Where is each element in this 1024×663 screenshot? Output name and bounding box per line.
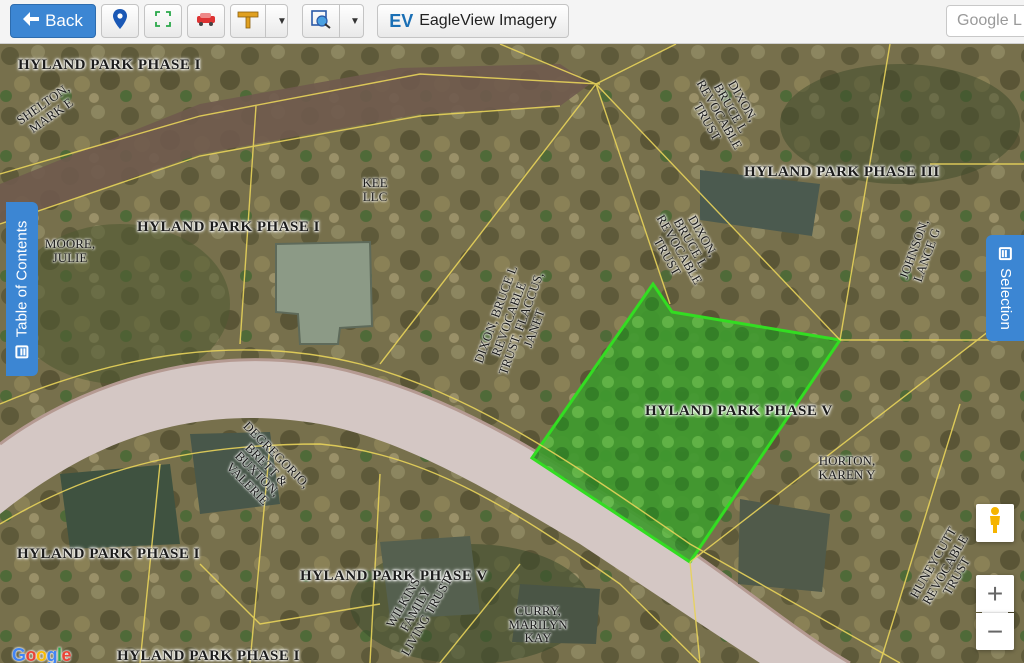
pegman-icon: [987, 506, 1003, 541]
google-search-input[interactable]: Google L: [946, 5, 1024, 37]
eagleview-logo-icon: EV: [389, 10, 414, 31]
selection-tab[interactable]: Selection: [986, 235, 1024, 341]
fullscreen-button[interactable]: [144, 4, 182, 38]
split-divider: [339, 5, 340, 37]
owner-label: HORTON, KAREN Y: [818, 453, 876, 482]
measure-dropdown[interactable]: ▼: [230, 4, 288, 38]
pegman-button[interactable]: [976, 504, 1014, 542]
back-button[interactable]: Back: [10, 4, 96, 38]
eagleview-imagery-label: EagleView Imagery: [419, 12, 557, 29]
table-of-contents-tab[interactable]: Table of Contents: [6, 202, 38, 376]
measure-icon: [237, 9, 259, 34]
caret-down-icon[interactable]: ▼: [350, 16, 360, 27]
list-icon: [15, 344, 29, 358]
subdivision-label: HYLAND PARK PHASE V: [300, 568, 488, 584]
layers-icon: [310, 9, 332, 34]
owner-label: CURRY, MARILYN KAY: [508, 603, 568, 646]
location-button[interactable]: [101, 4, 139, 38]
subdivision-label: HYLAND PARK PHASE I: [17, 546, 200, 562]
eagleview-imagery-button[interactable]: EV EagleView Imagery: [377, 4, 569, 38]
car-icon: [195, 11, 217, 32]
selection-label: Selection: [996, 267, 1014, 330]
layers-dropdown[interactable]: ▼: [302, 4, 364, 38]
split-divider: [265, 5, 266, 37]
google-logo: Google: [12, 645, 72, 663]
toolbar: Back ▼ ▼ EV EagleView Imagery Google L: [0, 0, 1024, 44]
map-view[interactable]: HYLAND PARK PHASE I HYLAND PARK PHASE I …: [0, 44, 1024, 663]
streetview-car-button[interactable]: [187, 4, 225, 38]
grid-icon: [998, 246, 1012, 260]
owner-label: KEE LLC: [362, 175, 388, 204]
subdivision-label: HYLAND PARK PHASE I: [137, 219, 320, 235]
caret-down-icon[interactable]: ▼: [277, 16, 287, 27]
back-button-label: Back: [45, 11, 83, 30]
location-pin-icon: [113, 8, 127, 34]
subdivision-label: HYLAND PARK PHASE V: [645, 403, 833, 419]
zoom-in-button[interactable]: +: [976, 575, 1014, 612]
subdivision-label: HYLAND PARK PHASE I: [18, 57, 201, 73]
subdivision-label: HYLAND PARK PHASE I: [117, 648, 300, 663]
zoom-divider: [982, 612, 1008, 613]
table-of-contents-label: Table of Contents: [13, 220, 31, 337]
owner-label: MOORE, JULIE: [44, 236, 96, 265]
arrow-left-icon: [23, 11, 40, 31]
fullscreen-icon: [155, 10, 171, 32]
subdivision-label: HYLAND PARK PHASE III: [744, 164, 940, 180]
zoom-out-button[interactable]: −: [976, 613, 1014, 650]
